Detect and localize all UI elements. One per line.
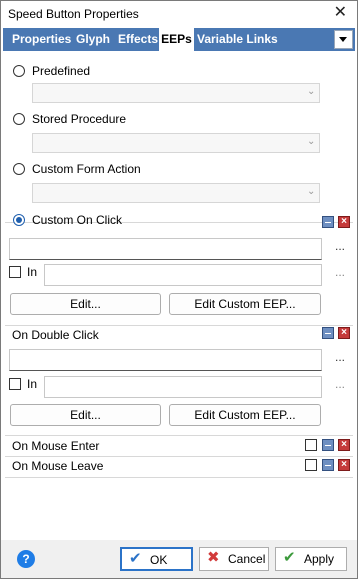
delete-icon[interactable]: × [338,459,350,471]
predefined-combo[interactable]: ⌄ [32,83,320,103]
close-icon[interactable]: ✕ [334,4,347,22]
dialog-window: Speed Button Properties ✕ Properties Gly… [0,0,358,579]
tab-glyph[interactable]: Glyph [76,28,110,51]
expand-icon[interactable] [322,459,334,471]
window-title: Speed Button Properties [8,7,139,21]
cancel-button[interactable]: ✖ Cancel [199,547,269,571]
tab-variable-links[interactable]: Variable Links [197,28,278,51]
on-click-edit-custom-eep-button[interactable]: Edit Custom EEP... [169,293,321,315]
divider [5,435,353,436]
custom-form-action-label: Custom Form Action [32,162,141,176]
apply-button[interactable]: ✔ Apply [275,547,347,571]
tab-strip: Properties Glyph Effects EEPs Variable L… [3,28,355,51]
double-check-icon: ✔ [283,549,296,566]
custom-on-click-radio[interactable] [13,214,25,226]
on-click-eep-input[interactable] [9,238,322,260]
on-mouse-enter-checkbox[interactable] [305,439,317,451]
on-click-in-ellipsis-button[interactable]: ... [335,265,345,279]
on-double-click-in-ellipsis-button[interactable]: ... [335,377,345,391]
chevron-down-icon: ⌄ [307,86,316,97]
divider [5,456,353,457]
stored-procedure-combo[interactable]: ⌄ [32,133,320,153]
expand-icon[interactable] [322,439,334,451]
delete-icon[interactable]: × [338,216,350,228]
chevron-down-icon: ⌄ [307,186,316,197]
stored-procedure-radio[interactable] [13,113,25,125]
on-click-ellipsis-button[interactable]: ... [335,239,345,253]
divider [5,325,353,326]
help-icon[interactable]: ? [17,550,35,568]
on-double-click-ellipsis-button[interactable]: ... [335,350,345,364]
divider [5,477,353,478]
on-mouse-leave-label: On Mouse Leave [12,459,104,473]
on-double-click-in-label: In [27,377,38,391]
delete-icon[interactable]: × [338,439,350,451]
tab-properties[interactable]: Properties [12,28,71,51]
predefined-radio[interactable] [13,65,25,77]
ok-button[interactable]: ✔ OK [120,547,193,571]
on-double-click-eep-input[interactable] [9,349,322,371]
tab-overflow-dropdown[interactable] [334,30,353,49]
ok-label: OK [150,553,168,567]
tab-eeps[interactable]: EEPs [159,28,194,51]
cancel-label: Cancel [228,552,266,566]
stored-procedure-label: Stored Procedure [32,112,127,126]
collapse-icon[interactable] [322,216,334,228]
on-double-click-edit-button[interactable]: Edit... [10,404,161,426]
collapse-icon[interactable] [322,327,334,339]
on-click-in-label: In [27,265,38,279]
check-icon: ✔ [129,550,142,567]
on-mouse-leave-checkbox[interactable] [305,459,317,471]
custom-on-click-label: Custom On Click [32,213,123,227]
apply-label: Apply [304,552,335,566]
on-double-click-edit-custom-eep-button[interactable]: Edit Custom EEP... [169,404,321,426]
on-double-click-in-checkbox[interactable] [9,378,21,390]
on-double-click-in-input[interactable] [44,376,322,398]
chevron-down-icon: ⌄ [307,136,316,147]
title-bar: Speed Button Properties ✕ [1,1,357,27]
predefined-label: Predefined [32,64,91,78]
on-double-click-label: On Double Click [12,328,99,342]
on-click-in-checkbox[interactable] [9,266,21,278]
on-click-edit-button[interactable]: Edit... [10,293,161,315]
x-icon: ✖ [207,549,220,566]
chevron-down-icon [339,37,347,42]
on-mouse-enter-label: On Mouse Enter [12,439,100,453]
tab-effects[interactable]: Effects [118,28,158,51]
on-click-in-input[interactable] [44,264,322,286]
delete-icon[interactable]: × [338,327,350,339]
custom-form-action-combo[interactable]: ⌄ [32,183,320,203]
custom-form-action-radio[interactable] [13,163,25,175]
